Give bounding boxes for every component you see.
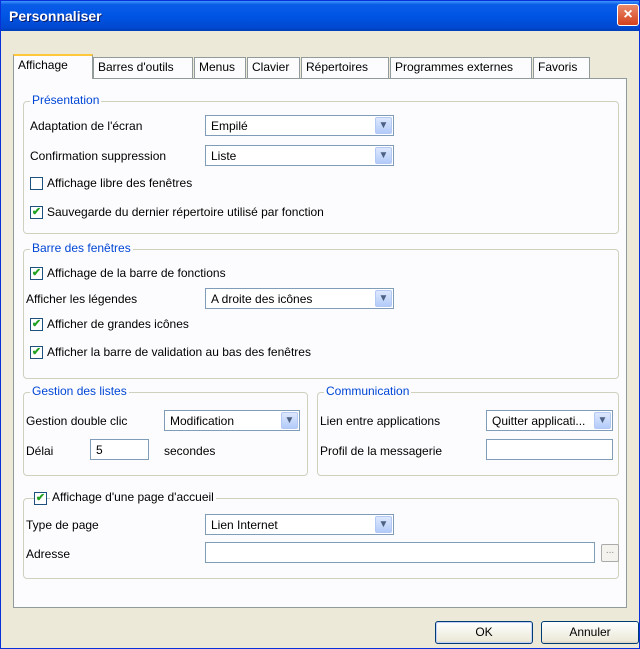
secondes-label: secondes (164, 444, 216, 458)
double-clic-label: Gestion double clic (26, 414, 128, 428)
page-accueil-title: Affichage d'une page d'accueil (50, 490, 216, 504)
tab-menus[interactable]: Menus (194, 57, 246, 78)
chevron-down-icon[interactable]: ▼ (375, 290, 392, 307)
type-page-value: Lien Internet (211, 518, 278, 532)
sauvegarde-checkbox[interactable]: ✔ (30, 206, 43, 219)
page-accueil-checkbox[interactable]: ✔ (34, 492, 47, 505)
title-bar[interactable]: Personnaliser × (1, 1, 639, 31)
chevron-down-icon[interactable]: ▼ (594, 412, 611, 429)
fonctions-checkbox[interactable]: ✔ (30, 267, 43, 280)
tab-panel-affichage: Présentation Adaptation de l'écran Empil… (13, 78, 627, 608)
profil-input[interactable] (486, 439, 613, 460)
libre-checkbox[interactable] (30, 177, 43, 190)
validation-checkbox[interactable]: ✔ (30, 346, 43, 359)
double-clic-select[interactable]: Modification ▼ (164, 410, 300, 431)
gestion-listes-title: Gestion des listes (30, 384, 129, 398)
confirmation-select[interactable]: Liste ▼ (205, 145, 394, 166)
libre-label: Affichage libre des fenêtres (47, 176, 193, 190)
presentation-title: Présentation (30, 93, 102, 107)
window-title: Personnaliser (9, 8, 102, 24)
customize-dialog: Personnaliser × Affichage Barres d'outil… (0, 0, 640, 649)
fonctions-label: Affichage de la barre de fonctions (47, 266, 226, 280)
chevron-down-icon[interactable]: ▼ (375, 516, 392, 533)
profil-label: Profil de la messagerie (320, 444, 443, 458)
gestion-listes-group: Gestion des listes Gestion double clic M… (23, 384, 308, 476)
communication-title: Communication (324, 384, 412, 398)
tab-barres-outils[interactable]: Barres d'outils (93, 57, 193, 78)
cancel-button[interactable]: Annuler (541, 621, 639, 644)
browse-button[interactable]: ... (601, 544, 619, 562)
adaptation-select[interactable]: Empilé ▼ (205, 115, 394, 136)
grandes-icones-label: Afficher de grandes icônes (47, 317, 189, 331)
lien-value: Quitter applicati... (492, 414, 586, 428)
double-clic-value: Modification (170, 414, 235, 428)
validation-label: Afficher la barre de validation au bas d… (47, 345, 311, 359)
legendes-select[interactable]: A droite des icônes ▼ (205, 288, 394, 309)
adaptation-label: Adaptation de l'écran (30, 119, 143, 133)
adaptation-value: Empilé (211, 119, 248, 133)
tab-affichage[interactable]: Affichage (13, 54, 93, 79)
ok-button[interactable]: OK (435, 621, 533, 644)
adresse-input[interactable] (205, 542, 595, 563)
chevron-down-icon[interactable]: ▼ (281, 412, 298, 429)
legendes-value: A droite des icônes (211, 292, 313, 306)
delai-input[interactable]: 5 (90, 439, 149, 460)
close-button[interactable]: × (617, 4, 639, 26)
confirmation-value: Liste (211, 149, 237, 163)
confirmation-label: Confirmation suppression (30, 149, 167, 163)
grandes-icones-checkbox[interactable]: ✔ (30, 318, 43, 331)
barre-fenetres-title: Barre des fenêtres (30, 241, 133, 255)
chevron-down-icon[interactable]: ▼ (375, 147, 392, 164)
tab-programmes-externes[interactable]: Programmes externes (390, 57, 532, 78)
tab-repertoires[interactable]: Répertoires (301, 57, 389, 78)
legendes-label: Afficher les légendes (26, 292, 138, 306)
lien-select[interactable]: Quitter applicati... ▼ (486, 410, 613, 431)
barre-fenetres-group: Barre des fenêtres ✔ Affichage de la bar… (23, 241, 619, 379)
adresse-label: Adresse (26, 547, 71, 561)
delai-label: Délai (26, 444, 54, 458)
tab-clavier[interactable]: Clavier (247, 57, 300, 78)
page-accueil-group: ✔ Affichage d'une page d'accueil Type de… (23, 490, 619, 579)
communication-group: Communication Lien entre applications Qu… (317, 384, 619, 476)
type-page-select[interactable]: Lien Internet ▼ (205, 514, 394, 535)
presentation-group: Présentation Adaptation de l'écran Empil… (23, 93, 619, 234)
lien-label: Lien entre applications (320, 414, 441, 428)
tab-favoris[interactable]: Favoris (533, 57, 590, 78)
type-page-label: Type de page (26, 518, 99, 532)
sauvegarde-label: Sauvegarde du dernier répertoire utilisé… (47, 205, 324, 219)
chevron-down-icon[interactable]: ▼ (375, 117, 392, 134)
